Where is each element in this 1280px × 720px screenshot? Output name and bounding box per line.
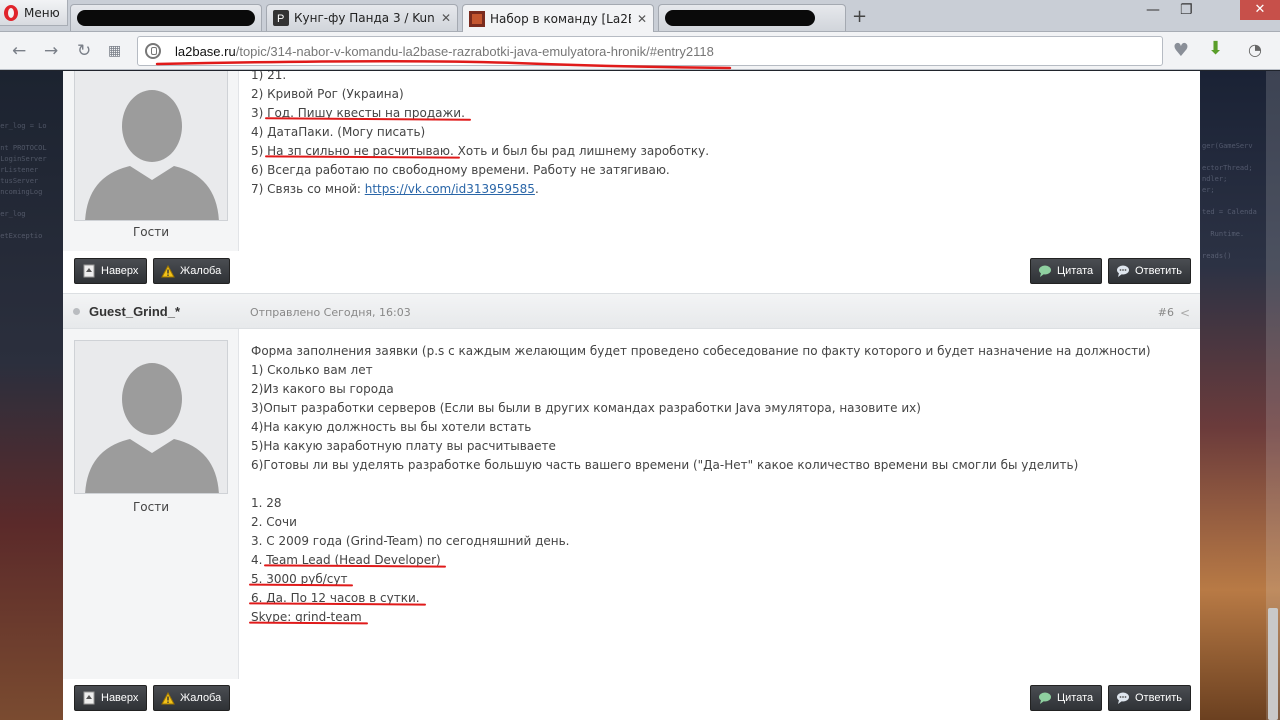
author-role: Гости <box>132 225 170 239</box>
answer-line: 1) 21. <box>251 71 287 82</box>
tab-bar: Меню P Кунг-фу Панда 3 / Kung F ✕ Набор … <box>0 0 1280 32</box>
form-line: Форма заполнения заявки (p.s с каждым же… <box>251 344 1151 358</box>
tab-close-icon[interactable]: ✕ <box>441 11 451 25</box>
download-arrow-icon[interactable]: ⬇ <box>1208 38 1223 59</box>
answer-line: 1. 28 <box>251 496 282 510</box>
form-line: 3)Опыт разработки серверов (Если вы были… <box>251 401 921 415</box>
speed-dial-grid-icon[interactable]: ▦ <box>108 43 121 59</box>
form-line: 4)На какую должность вы бы хотели встать <box>251 420 532 434</box>
post-text: 1) 21. 2) Кривой Рог (Украина) 3) Год. П… <box>251 71 709 199</box>
tab-redacted-1[interactable] <box>70 4 262 31</box>
post-actions: Наверх Жалоба Цитата Ответить <box>63 253 1200 289</box>
reply-button[interactable]: Ответить <box>1108 685 1192 711</box>
tab-close-icon[interactable]: ✕ <box>637 12 647 26</box>
warning-icon <box>160 263 176 279</box>
page-background-left: ger_log = Lo int PROTOCOL 2LoginServer e… <box>0 71 63 720</box>
underlined-text: 6. Да. По 12 часов в сутки. <box>251 591 420 605</box>
offline-status-dot <box>73 308 80 315</box>
report-button[interactable]: Жалоба <box>153 258 231 284</box>
post-header: Guest_Grind_* Отправлено Сегодня, 16:03 … <box>63 293 1200 329</box>
reply-bubble-icon <box>1115 263 1131 279</box>
page-up-icon <box>81 263 97 279</box>
author-role: Гости <box>132 500 170 514</box>
tab-la2base[interactable]: Набор в команду [La2Bas ✕ <box>462 4 654 32</box>
kinopoisk-favicon-icon: P <box>273 10 289 26</box>
opera-logo-icon <box>4 4 18 21</box>
post-text: Форма заполнения заявки (p.s с каждым же… <box>251 342 1151 627</box>
quote-button[interactable]: Цитата <box>1030 685 1103 711</box>
vk-profile-link[interactable]: https://vk.com/id313959585 <box>365 182 535 196</box>
back-arrow-icon[interactable]: ← <box>12 41 26 61</box>
back-to-top-button[interactable]: Наверх <box>74 685 148 711</box>
bookmark-heart-icon[interactable]: ♥ <box>1170 40 1192 62</box>
redacted-title <box>665 10 815 26</box>
la2base-favicon-icon <box>469 10 485 27</box>
svg-text:P: P <box>277 13 284 25</box>
author-column: Гости <box>63 329 239 679</box>
address-toolbar: ← → ↻ ▦ la2base.ru/topic/314-nabor-v-kom… <box>0 32 1280 70</box>
reload-icon[interactable]: ↻ <box>77 41 91 61</box>
default-avatar-silhouette-icon <box>75 341 227 493</box>
report-button[interactable]: Жалоба <box>153 685 231 711</box>
forward-arrow-icon[interactable]: → <box>44 41 58 61</box>
post-author-name[interactable]: Guest_Grind_* <box>89 304 180 319</box>
answer-line: 4. Team Lead (Head Developer) <box>251 553 441 567</box>
warning-icon <box>160 690 176 706</box>
post-body: Гости Форма заполнения заявки (p.s с каж… <box>63 329 1200 679</box>
avatar[interactable] <box>74 71 228 221</box>
redacted-title <box>77 10 255 26</box>
answer-line: 3. С 2009 года (Grind-Team) по сегодняшн… <box>251 534 570 548</box>
form-line: 1) Сколько вам лет <box>251 363 373 377</box>
post-actions: Наверх Жалоба Цитата Ответить <box>63 680 1200 716</box>
page-up-icon <box>81 690 97 706</box>
tab-redacted-2[interactable] <box>658 4 846 31</box>
underlined-text: На зп сильно не расчитываю. <box>267 144 454 158</box>
avatar[interactable] <box>74 340 228 494</box>
answer-line: 5. 3000 руб/сут <box>251 570 1151 589</box>
answer-line: 3) Год. Пишу квесты на продажи. <box>251 106 465 120</box>
underlined-text: Год. Пишу квесты на продажи. <box>267 106 465 120</box>
opera-menu-button[interactable]: Меню <box>0 0 68 26</box>
tab-title: Кунг-фу Панда 3 / Kung F <box>294 11 435 25</box>
answer-line: 2) Кривой Рог (Украина) <box>251 87 404 101</box>
reply-bubble-icon <box>1115 690 1131 706</box>
quote-bubble-icon <box>1037 690 1053 706</box>
author-column: Гости <box>63 71 239 251</box>
back-to-top-button[interactable]: Наверх <box>74 258 148 284</box>
post-body: Гости 1) 21. 2) Кривой Рог (Украина) 3) … <box>63 71 1200 251</box>
underlined-text: Skype: grind-team <box>251 610 362 624</box>
tab-kung-fu-panda[interactable]: P Кунг-фу Панда 3 / Kung F ✕ <box>266 4 458 31</box>
share-icon[interactable]: < <box>1180 306 1190 320</box>
default-avatar-silhouette-icon <box>75 71 227 220</box>
answer-line: 2. Сочи <box>251 515 297 529</box>
answer-line: 5) На зп сильно не расчитываю. Хоть и бы… <box>251 144 710 158</box>
minimize-icon[interactable]: — <box>1146 2 1160 18</box>
page-scrollbar-thumb[interactable] <box>1268 608 1278 720</box>
forum-content: Гости 1) 21. 2) Кривой Рог (Украина) 3) … <box>63 71 1200 720</box>
maximize-icon[interactable]: ❐ <box>1180 2 1193 18</box>
close-window-icon[interactable]: ✕ <box>1240 0 1280 20</box>
post-number-link[interactable]: #6 <box>1158 306 1174 319</box>
contact-line: 7) Связь со мной: https://vk.com/id31395… <box>251 182 539 196</box>
answer-line: 6) Всегда работаю по свободному времени.… <box>251 163 670 177</box>
quote-button[interactable]: Цитата <box>1030 258 1103 284</box>
tab-title: Набор в команду [La2Bas <box>490 11 631 26</box>
downloads-clock-icon[interactable]: ◔ <box>1248 40 1262 59</box>
answer-line: 4) ДатаПаки. (Могу писать) <box>251 125 426 139</box>
underlined-text: 5. 3000 руб/сут <box>251 572 348 586</box>
form-line: 5)На какую заработную плату вы расчитыва… <box>251 439 556 453</box>
new-tab-plus-icon[interactable]: + <box>852 6 867 27</box>
underlined-text: Team Lead (Head Developer) <box>266 553 441 567</box>
post-date: Отправлено Сегодня, 16:03 <box>250 306 411 319</box>
form-line: 2)Из какого вы города <box>251 382 394 396</box>
answer-line: 6. Да. По 12 часов в сутки. <box>251 589 1151 608</box>
reply-button[interactable]: Ответить <box>1108 258 1192 284</box>
menu-label: Меню <box>24 5 60 20</box>
quote-bubble-icon <box>1037 263 1053 279</box>
form-line: 6)Готовы ли вы уделять разработке большу… <box>251 458 1079 472</box>
answer-line: Skype: grind-team <box>251 608 1151 627</box>
url-red-underline <box>155 59 732 70</box>
